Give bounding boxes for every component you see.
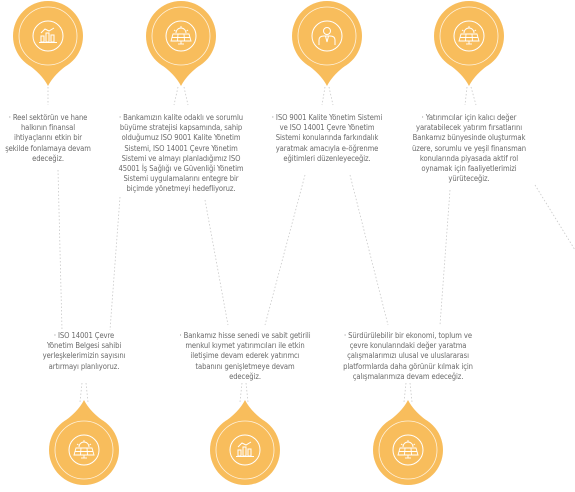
goal-pin-bottom-3 (372, 400, 444, 486)
goal-pin-top-4 (433, 0, 505, 86)
goal-pin-bottom-2 (209, 400, 281, 486)
goal-text-top-3: · ISO 9001 Kalite Yönetim Sistemi ve ISO… (271, 113, 383, 163)
goal-text-bottom-3: · Sürdürülebilir bir ekonomi, toplum ve … (343, 331, 473, 381)
goal-pin-top-1 (12, 0, 84, 86)
goal-pin-top-2 (145, 0, 217, 86)
goal-text-top-1: · Reel sektörün ve hane halkının finansa… (5, 113, 91, 163)
goal-pin-top-3 (291, 0, 363, 86)
goal-pin-bottom-1 (48, 400, 120, 486)
goal-text-top-4: · Yatırımcılar için kalıcı değer yaratab… (411, 113, 526, 184)
goal-text-top-2: · Bankamızın kalite odaklı ve sorumlu bü… (118, 113, 244, 194)
goal-text-bottom-1: · ISO 14001 Çevre Yönetim Belgesi sahibi… (42, 331, 126, 371)
sustainability-goals-diagram: · Reel sektörün ve hane halkının finansa… (0, 0, 575, 492)
goal-text-bottom-2: · Bankamız hisse senedi ve sabit getiril… (179, 331, 311, 381)
